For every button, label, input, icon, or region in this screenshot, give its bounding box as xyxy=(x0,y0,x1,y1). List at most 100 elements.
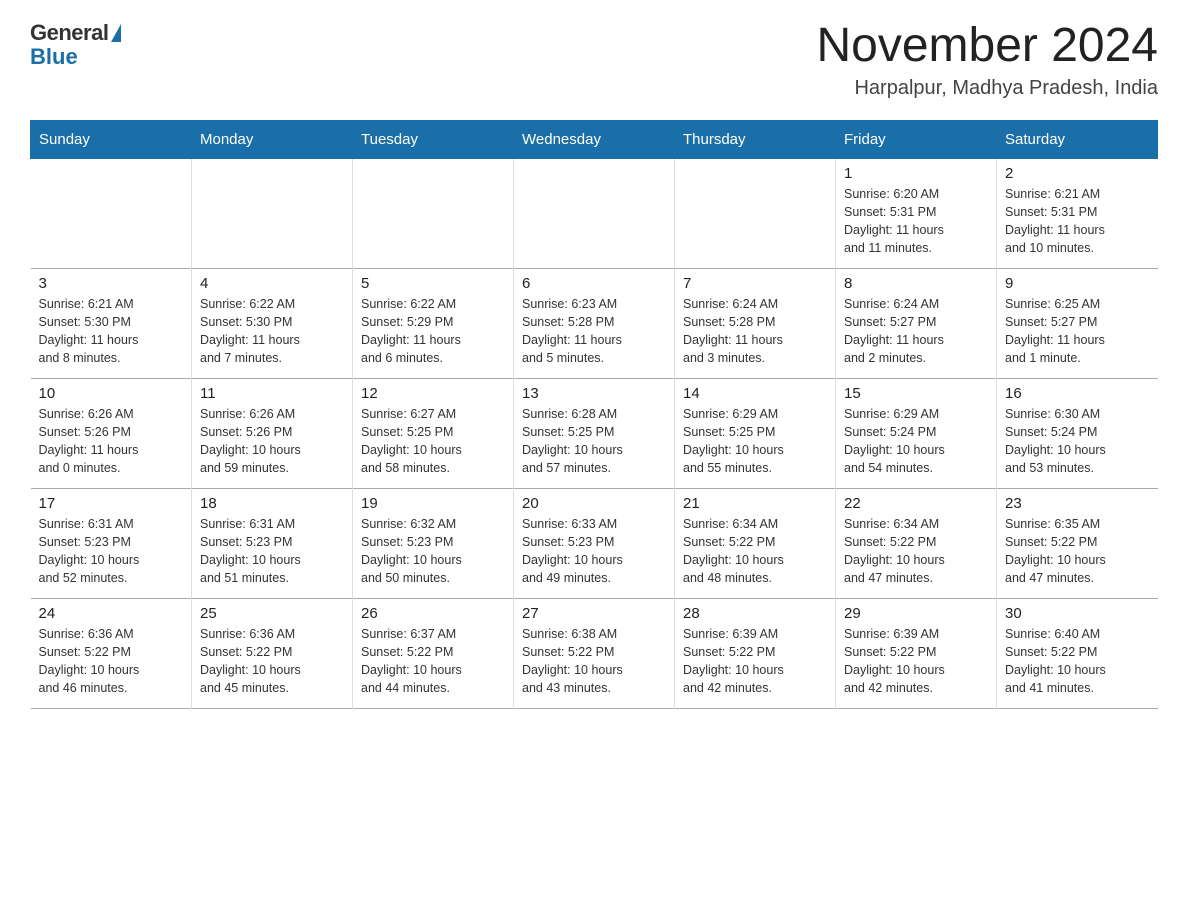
calendar-cell: 5 Sunrise: 6:22 AM Sunset: 5:29 PM Daylig… xyxy=(353,268,514,378)
day-info: Sunrise: 6:20 AM Sunset: 5:31 PM Dayligh… xyxy=(844,185,988,258)
day-info: Sunrise: 6:23 AM Sunset: 5:28 PM Dayligh… xyxy=(522,295,666,368)
calendar-cell xyxy=(353,158,514,268)
day-number: 12 xyxy=(361,385,505,402)
day-info: Sunrise: 6:31 AM Sunset: 5:23 PM Dayligh… xyxy=(39,515,184,588)
calendar-header: SundayMondayTuesdayWednesdayThursdayFrid… xyxy=(31,120,1158,158)
day-info: Sunrise: 6:25 AM Sunset: 5:27 PM Dayligh… xyxy=(1005,295,1150,368)
calendar-cell: 16 Sunrise: 6:30 AM Sunset: 5:24 PM Dayli… xyxy=(997,378,1158,488)
calendar-cell: 8 Sunrise: 6:24 AM Sunset: 5:27 PM Daylig… xyxy=(836,268,997,378)
day-number: 24 xyxy=(39,605,184,622)
weekday-header-monday: Monday xyxy=(192,120,353,158)
weekday-header-friday: Friday xyxy=(836,120,997,158)
day-number: 2 xyxy=(1005,165,1150,182)
day-info: Sunrise: 6:33 AM Sunset: 5:23 PM Dayligh… xyxy=(522,515,666,588)
logo: General Blue xyxy=(30,20,121,70)
calendar-week-1: 1 Sunrise: 6:20 AM Sunset: 5:31 PM Daylig… xyxy=(31,158,1158,268)
day-number: 7 xyxy=(683,275,827,292)
calendar-cell: 29Sunrise: 6:39 AM Sunset: 5:22 PM Dayli… xyxy=(836,598,997,708)
calendar-cell: 30 Sunrise: 6:40 AM Sunset: 5:22 PM Dayli… xyxy=(997,598,1158,708)
day-info: Sunrise: 6:35 AM Sunset: 5:22 PM Dayligh… xyxy=(1005,515,1150,588)
day-number: 22 xyxy=(844,495,988,512)
day-info: Sunrise: 6:29 AM Sunset: 5:24 PM Dayligh… xyxy=(844,405,988,478)
calendar-cell: 21 Sunrise: 6:34 AM Sunset: 5:22 PM Dayli… xyxy=(675,488,836,598)
weekday-header-wednesday: Wednesday xyxy=(514,120,675,158)
calendar-cell: 4 Sunrise: 6:22 AM Sunset: 5:30 PM Daylig… xyxy=(192,268,353,378)
calendar-cell: 9 Sunrise: 6:25 AM Sunset: 5:27 PM Daylig… xyxy=(997,268,1158,378)
logo-triangle-icon xyxy=(111,24,121,42)
weekday-header-thursday: Thursday xyxy=(675,120,836,158)
calendar-cell: 27Sunrise: 6:38 AM Sunset: 5:22 PM Dayli… xyxy=(514,598,675,708)
calendar-cell: 25 Sunrise: 6:36 AM Sunset: 5:22 PM Dayli… xyxy=(192,598,353,708)
title-block: November 2024 Harpalpur, Madhya Pradesh,… xyxy=(816,20,1158,100)
day-info: Sunrise: 6:34 AM Sunset: 5:22 PM Dayligh… xyxy=(844,515,988,588)
day-info: Sunrise: 6:24 AM Sunset: 5:27 PM Dayligh… xyxy=(844,295,988,368)
day-number: 18 xyxy=(200,495,344,512)
calendar-cell: 18 Sunrise: 6:31 AM Sunset: 5:23 PM Dayli… xyxy=(192,488,353,598)
day-number: 4 xyxy=(200,275,344,292)
day-number: 30 xyxy=(1005,605,1150,622)
weekday-header-sunday: Sunday xyxy=(31,120,192,158)
day-number: 23 xyxy=(1005,495,1150,512)
day-number: 11 xyxy=(200,385,344,402)
calendar-cell xyxy=(514,158,675,268)
calendar-cell: 26 Sunrise: 6:37 AM Sunset: 5:22 PM Dayli… xyxy=(353,598,514,708)
calendar-cell: 22 Sunrise: 6:34 AM Sunset: 5:22 PM Dayli… xyxy=(836,488,997,598)
weekday-header-tuesday: Tuesday xyxy=(353,120,514,158)
calendar-cell: 3Sunrise: 6:21 AM Sunset: 5:30 PM Daylig… xyxy=(31,268,192,378)
day-info: Sunrise: 6:26 AM Sunset: 5:26 PM Dayligh… xyxy=(39,405,184,478)
location-subtitle: Harpalpur, Madhya Pradesh, India xyxy=(816,77,1158,100)
day-info: Sunrise: 6:40 AM Sunset: 5:22 PM Dayligh… xyxy=(1005,625,1150,698)
logo-general-text: General xyxy=(30,20,108,46)
calendar-cell: 15Sunrise: 6:29 AM Sunset: 5:24 PM Dayli… xyxy=(836,378,997,488)
calendar-cell: 2 Sunrise: 6:21 AM Sunset: 5:31 PM Daylig… xyxy=(997,158,1158,268)
day-info: Sunrise: 6:29 AM Sunset: 5:25 PM Dayligh… xyxy=(683,405,827,478)
calendar-cell: 24 Sunrise: 6:36 AM Sunset: 5:22 PM Dayli… xyxy=(31,598,192,708)
weekday-header-saturday: Saturday xyxy=(997,120,1158,158)
day-info: Sunrise: 6:37 AM Sunset: 5:22 PM Dayligh… xyxy=(361,625,505,698)
day-info: Sunrise: 6:21 AM Sunset: 5:31 PM Dayligh… xyxy=(1005,185,1150,258)
calendar-cell: 19 Sunrise: 6:32 AM Sunset: 5:23 PM Dayli… xyxy=(353,488,514,598)
calendar-cell: 23 Sunrise: 6:35 AM Sunset: 5:22 PM Dayli… xyxy=(997,488,1158,598)
day-number: 9 xyxy=(1005,275,1150,292)
calendar-cell xyxy=(31,158,192,268)
main-title: November 2024 xyxy=(816,20,1158,73)
calendar-cell: 28Sunrise: 6:39 AM Sunset: 5:22 PM Dayli… xyxy=(675,598,836,708)
calendar-cell xyxy=(192,158,353,268)
day-info: Sunrise: 6:39 AM Sunset: 5:22 PM Dayligh… xyxy=(683,625,827,698)
day-number: 8 xyxy=(844,275,988,292)
day-info: Sunrise: 6:31 AM Sunset: 5:23 PM Dayligh… xyxy=(200,515,344,588)
calendar-cell: 17Sunrise: 6:31 AM Sunset: 5:23 PM Dayli… xyxy=(31,488,192,598)
calendar-cell: 1 Sunrise: 6:20 AM Sunset: 5:31 PM Daylig… xyxy=(836,158,997,268)
day-info: Sunrise: 6:21 AM Sunset: 5:30 PM Dayligh… xyxy=(39,295,184,368)
calendar-cell xyxy=(675,158,836,268)
day-info: Sunrise: 6:36 AM Sunset: 5:22 PM Dayligh… xyxy=(39,625,184,698)
calendar-cell: 11 Sunrise: 6:26 AM Sunset: 5:26 PM Dayli… xyxy=(192,378,353,488)
day-info: Sunrise: 6:30 AM Sunset: 5:24 PM Dayligh… xyxy=(1005,405,1150,478)
day-number: 13 xyxy=(522,385,666,402)
calendar-cell: 7 Sunrise: 6:24 AM Sunset: 5:28 PM Daylig… xyxy=(675,268,836,378)
day-number: 21 xyxy=(683,495,827,512)
calendar-body: 1 Sunrise: 6:20 AM Sunset: 5:31 PM Daylig… xyxy=(31,158,1158,708)
day-number: 1 xyxy=(844,165,988,182)
day-info: Sunrise: 6:34 AM Sunset: 5:22 PM Dayligh… xyxy=(683,515,827,588)
day-info: Sunrise: 6:26 AM Sunset: 5:26 PM Dayligh… xyxy=(200,405,344,478)
calendar-table: SundayMondayTuesdayWednesdayThursdayFrid… xyxy=(30,120,1158,709)
day-number: 5 xyxy=(361,275,505,292)
day-number: 26 xyxy=(361,605,505,622)
calendar-cell: 20 Sunrise: 6:33 AM Sunset: 5:23 PM Dayli… xyxy=(514,488,675,598)
day-info: Sunrise: 6:27 AM Sunset: 5:25 PM Dayligh… xyxy=(361,405,505,478)
day-info: Sunrise: 6:24 AM Sunset: 5:28 PM Dayligh… xyxy=(683,295,827,368)
logo-blue-text: Blue xyxy=(30,44,78,70)
calendar-week-4: 17Sunrise: 6:31 AM Sunset: 5:23 PM Dayli… xyxy=(31,488,1158,598)
day-number: 19 xyxy=(361,495,505,512)
calendar-week-2: 3Sunrise: 6:21 AM Sunset: 5:30 PM Daylig… xyxy=(31,268,1158,378)
calendar-cell: 14Sunrise: 6:29 AM Sunset: 5:25 PM Dayli… xyxy=(675,378,836,488)
day-number: 16 xyxy=(1005,385,1150,402)
day-number: 25 xyxy=(200,605,344,622)
day-number: 6 xyxy=(522,275,666,292)
day-info: Sunrise: 6:32 AM Sunset: 5:23 PM Dayligh… xyxy=(361,515,505,588)
day-info: Sunrise: 6:22 AM Sunset: 5:30 PM Dayligh… xyxy=(200,295,344,368)
day-number: 20 xyxy=(522,495,666,512)
day-info: Sunrise: 6:22 AM Sunset: 5:29 PM Dayligh… xyxy=(361,295,505,368)
day-info: Sunrise: 6:36 AM Sunset: 5:22 PM Dayligh… xyxy=(200,625,344,698)
